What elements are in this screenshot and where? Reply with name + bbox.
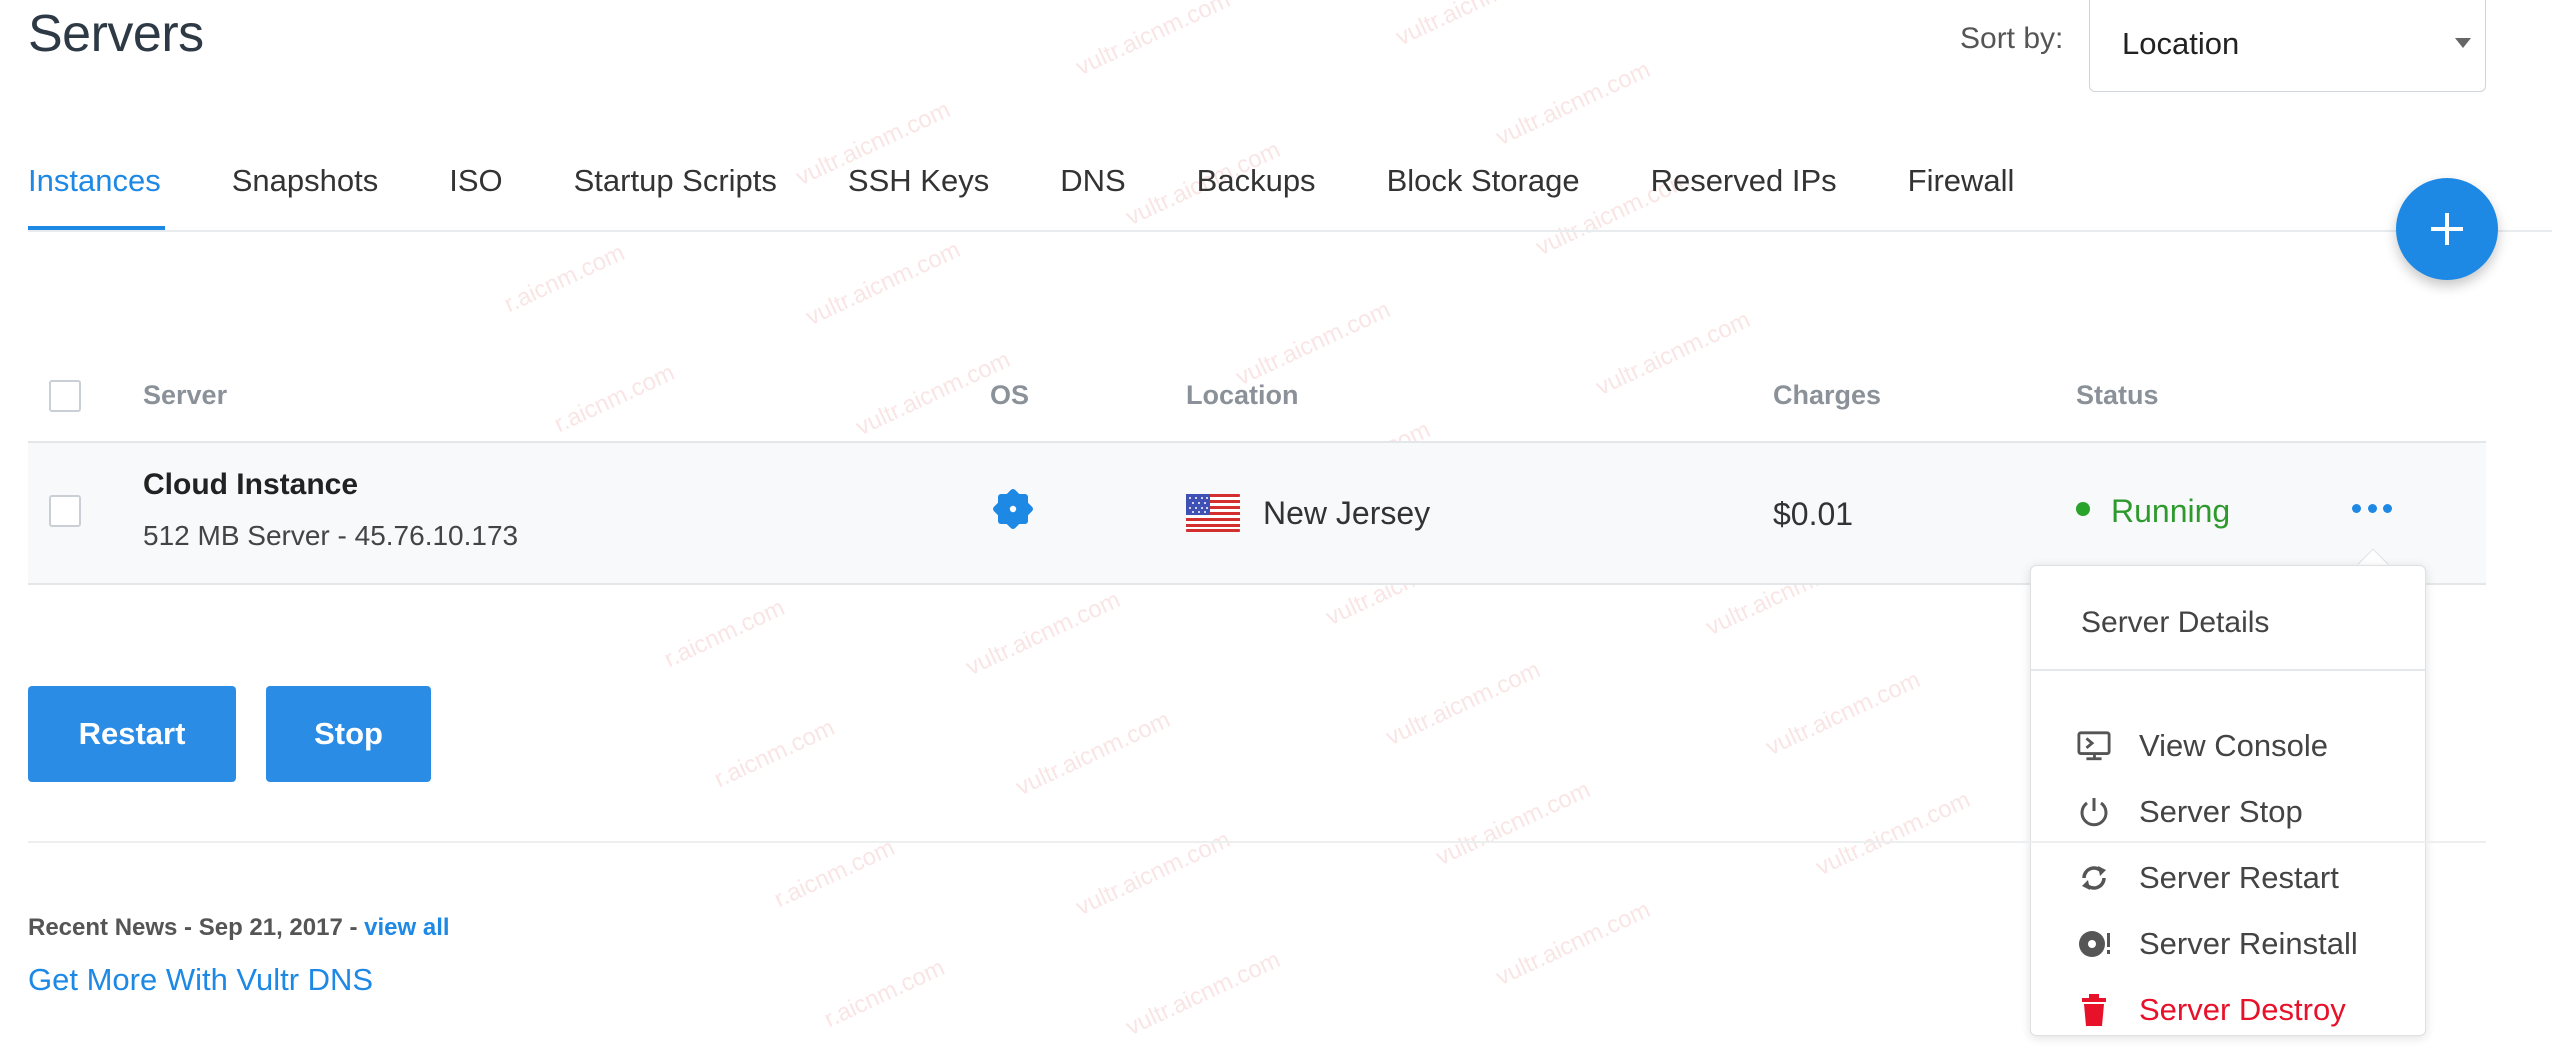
tab-reserved-ips[interactable]: Reserved IPs (1651, 160, 1837, 230)
watermark-text: vultr.aicnm.com (961, 586, 1125, 682)
sort-label: Sort by: (1960, 22, 2064, 55)
status-dot (2076, 502, 2090, 516)
menu-divider (2031, 669, 2425, 671)
menu-item-label: Server Stop (2139, 794, 2303, 829)
watermark-text: vultr.aicnm.com (1431, 776, 1595, 872)
watermark-text: vultr.aicnm.com (1071, 0, 1235, 82)
watermark-text: vultr.aicnm.com (1121, 946, 1285, 1042)
column-header-charges[interactable]: Charges (1773, 380, 1881, 411)
more-options-icon[interactable] (2352, 496, 2392, 520)
column-header-server[interactable]: Server (143, 380, 227, 411)
watermark-text: r.aicnm.com (500, 238, 629, 319)
watermark-text: r.aicnm.com (770, 833, 899, 914)
status-badge: Running (2111, 493, 2231, 529)
tab-bar: Instances Snapshots ISO Startup Scripts … (28, 160, 2085, 230)
location-text: New Jersey (1263, 495, 1431, 531)
menu-item-server-restart[interactable]: Server Restart (2077, 853, 2339, 903)
stop-button[interactable]: Stop (266, 686, 431, 782)
menu-item-server-destroy[interactable]: Server Destroy (2077, 985, 2346, 1035)
tab-snapshots[interactable]: Snapshots (232, 160, 379, 230)
tab-backups[interactable]: Backups (1197, 160, 1316, 230)
column-header-os[interactable]: OS (990, 380, 1029, 411)
column-header-status[interactable]: Status (2076, 380, 2159, 411)
server-actions-menu: Server Details View Console Server Stop (2030, 565, 2426, 1036)
menu-item-label: Server Reinstall (2139, 926, 2358, 961)
add-server-button[interactable] (2396, 178, 2498, 280)
tab-block-storage[interactable]: Block Storage (1387, 160, 1580, 230)
server-name-link[interactable]: Cloud Instance (143, 468, 358, 502)
watermark-text: vultr.aicnm.com (1381, 656, 1545, 752)
menu-item-view-console[interactable]: View Console (2077, 721, 2328, 771)
menu-item-server-stop[interactable]: Server Stop (2077, 787, 2303, 837)
watermark-text: vultr.aicnm.com (1391, 0, 1555, 52)
trash-icon (2077, 993, 2111, 1027)
column-header-location[interactable]: Location (1186, 380, 1299, 411)
refresh-icon (2077, 861, 2111, 895)
tab-iso[interactable]: ISO (449, 160, 502, 230)
tabs-divider (28, 230, 2552, 232)
recent-news-line: Recent News - Sep 21, 2017 - view all (28, 914, 450, 942)
tab-ssh-keys[interactable]: SSH Keys (848, 160, 989, 230)
console-icon (2077, 729, 2111, 763)
server-details: 512 MB Server - 45.76.10.173 (143, 520, 519, 551)
watermark-text: vultr.aicnm.com (1491, 56, 1655, 152)
plus-icon (2431, 213, 2463, 245)
restart-button[interactable]: Restart (28, 686, 236, 782)
watermark-text: r.aicnm.com (550, 358, 679, 439)
watermark-text: vultr.aicnm.com (1761, 666, 1925, 762)
watermark-text: vultr.aicnm.com (1491, 896, 1655, 992)
os-gear-icon (988, 484, 1038, 539)
sort-select-value: Location (2122, 26, 2240, 61)
menu-item-label: Server Restart (2139, 860, 2339, 895)
watermark-text: vultr.aicnm.com (1591, 306, 1755, 402)
view-all-link[interactable]: view all (364, 914, 449, 941)
tab-instances[interactable]: Instances (28, 160, 165, 230)
watermark-text: vultr.aicnm.com (1011, 706, 1175, 802)
select-all-checkbox[interactable] (49, 380, 81, 412)
tab-dns[interactable]: DNS (1060, 160, 1125, 230)
disc-icon (2077, 927, 2111, 961)
news-headline-link[interactable]: Get More With Vultr DNS (28, 962, 373, 998)
watermark-text: vultr.aicnm.com (801, 236, 965, 332)
watermark-text: r.aicnm.com (820, 953, 949, 1034)
watermark-text: r.aicnm.com (660, 593, 789, 674)
charges-value: $0.01 (1773, 496, 1854, 532)
tab-startup-scripts[interactable]: Startup Scripts (574, 160, 777, 230)
row-checkbox[interactable] (49, 495, 81, 527)
watermark-text: r.aicnm.com (710, 713, 839, 794)
menu-item-server-details[interactable]: Server Details (2081, 606, 2269, 640)
sort-select[interactable]: Location (2089, 0, 2486, 92)
page-title: Servers (28, 5, 204, 63)
tab-firewall[interactable]: Firewall (1908, 160, 2015, 230)
power-icon (2077, 795, 2111, 829)
menu-item-label: Server Destroy (2139, 992, 2346, 1027)
watermark-text: vultr.aicnm.com (1811, 786, 1975, 882)
menu-item-label: View Console (2139, 728, 2328, 763)
section-divider (28, 841, 2486, 843)
caret-down-icon (2455, 38, 2471, 48)
menu-item-server-reinstall[interactable]: Server Reinstall (2077, 919, 2358, 969)
us-flag-icon (1186, 494, 1240, 537)
news-date-text: Recent News - Sep 21, 2017 - (28, 914, 365, 941)
watermark-text: vultr.aicnm.com (1231, 296, 1395, 392)
